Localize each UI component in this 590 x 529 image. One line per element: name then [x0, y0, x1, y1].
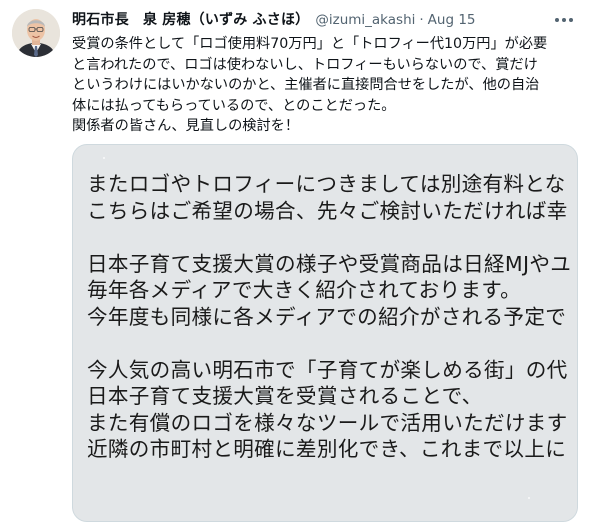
- separator-dot: ·: [419, 12, 424, 28]
- media-text-line: またロゴやトロフィーにつきましては別途有料とな: [87, 172, 566, 196]
- media-text-line: また有償のロゴを様々なツールで活用いただけます: [87, 410, 568, 435]
- tweet-timestamp[interactable]: Aug 15: [428, 10, 476, 30]
- media-text-line: 毎年各メディアで大きく紹介されております。: [87, 278, 522, 302]
- media-text-line: 今年度も同様に各メディアでの紹介がされる予定で: [87, 304, 567, 329]
- media-text-line: 日本子育て支援大賞の様子や受賞商品は日経MJやユ: [87, 251, 572, 276]
- media-text-line: 近隣の市町村と明確に差別化でき、これまで以上に: [87, 437, 567, 461]
- more-horizontal-icon: [562, 18, 566, 22]
- tweet-card[interactable]: 明石市長 泉 房穂（いずみ ふさほ） @izumi_akashi · Aug 1…: [0, 0, 590, 529]
- tweet-text-line: 体には払ってもらっているので、とのことだった。: [72, 97, 396, 114]
- paper-speck: [528, 497, 530, 499]
- avatar[interactable]: [12, 9, 60, 57]
- avatar-portrait-icon: [12, 9, 60, 57]
- media-text-line: [87, 224, 577, 251]
- more-horizontal-icon: [569, 18, 573, 22]
- author-display-name[interactable]: 明石市長 泉 房穂（いずみ ふさほ）: [72, 10, 309, 30]
- media-text-line: 今人気の高い明石市で「子育てが楽しめる街」の代: [87, 357, 568, 382]
- tweet-text-line: 関係者の皆さん、見直しの検討を！: [72, 118, 300, 134]
- tweet-header: 明石市長 泉 房穂（いずみ ふさほ） @izumi_akashi · Aug 1…: [72, 10, 476, 30]
- media-text-line: こちらはご希望の場合、先々ご検討いただければ幸: [87, 198, 568, 223]
- tweet-text-line: 受賞の条件として「ロゴ使用料70万円」と「トロフィー代10万円」が必要: [72, 36, 548, 52]
- media-document-text: またロゴやトロフィーにつきましては別途有料とな こちらはご希望の場合、先々ご検討…: [87, 171, 577, 463]
- tweet-media-image[interactable]: またロゴやトロフィーにつきましては別途有料とな こちらはご希望の場合、先々ご検討…: [72, 144, 578, 522]
- author-handle[interactable]: @izumi_akashi: [315, 10, 415, 30]
- tweet-text-line: というわけにはいかないのかと、主催者に直接問合せをしたが、他の自治: [72, 77, 540, 93]
- media-text-line: 日本子育て支援大賞を受賞されることで、: [87, 384, 483, 408]
- media-text-line: [87, 330, 577, 357]
- tweet-text: 受賞の条件として「ロゴ使用料70万円」と「トロフィー代10万円」が必要 と言われ…: [72, 34, 577, 137]
- paper-speck: [103, 157, 105, 159]
- tweet-text-line: と言われたので、ロゴは使わないし、トロフィーもいらないので、賞だけ: [72, 56, 538, 73]
- more-options-button[interactable]: [550, 8, 578, 32]
- more-horizontal-icon: [555, 18, 559, 22]
